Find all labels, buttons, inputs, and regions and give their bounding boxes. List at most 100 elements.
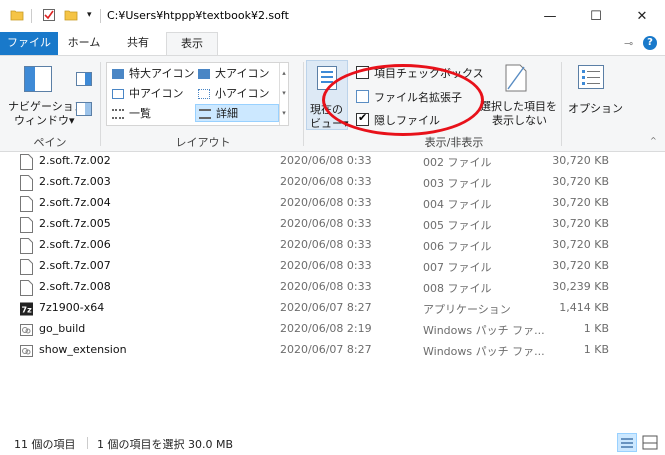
layout-medium-icons[interactable]: 中アイコン — [109, 85, 195, 103]
layout-details[interactable]: 詳細 — [195, 104, 279, 122]
file-name: 2.soft.7z.007 — [39, 259, 111, 272]
details-view-toggle[interactable] — [617, 433, 637, 452]
list-item[interactable]: 2.soft.7z.004 2020/06/08 0:33 004 ファイル 3… — [14, 194, 614, 215]
hide-selected-icon — [505, 64, 527, 92]
file-name: go_build — [39, 322, 86, 335]
file-size: 30,720 KB — [552, 259, 609, 272]
status-bar: 11 個の項目 1 個の項目を選択 30.0 MB — [0, 430, 665, 455]
layout-item-label: 大アイコン — [215, 67, 270, 80]
file-icon — [20, 154, 33, 170]
file-date: 2020/06/07 8:27 — [280, 301, 372, 314]
ribbon-tabs: ファイル ホーム 共有 表示 ⊸ ? — [0, 32, 665, 55]
ribbon-separator — [303, 62, 304, 146]
list-icon — [112, 109, 124, 119]
qat-separator — [31, 9, 32, 23]
layout-item-label: 詳細 — [216, 107, 238, 120]
list-item[interactable]: go_build 2020/06/08 2:19 Windows パッチ ファ.… — [14, 320, 614, 341]
layout-large-icons[interactable]: 大アイコン — [195, 65, 281, 83]
large-icons-view-toggle[interactable] — [641, 434, 659, 451]
preview-pane-icon[interactable] — [76, 72, 92, 89]
file-name: 2.soft.7z.002 — [39, 154, 111, 167]
file-type: Windows パッチ ファ... — [423, 345, 545, 358]
help-icon[interactable]: ? — [643, 36, 657, 50]
file-icon — [20, 238, 33, 254]
properties-icon[interactable] — [42, 8, 56, 25]
tab-home[interactable]: ホーム — [58, 32, 110, 55]
title-bar: ▾ C:¥Users¥htppp¥textbook¥2.soft — ☐ ✕ — [0, 0, 665, 32]
close-button[interactable]: ✕ — [619, 0, 665, 32]
file-type: 004 ファイル — [423, 198, 492, 211]
file-size: 30,720 KB — [552, 217, 609, 230]
ribbon-collapse-icon[interactable]: ^ — [650, 136, 657, 145]
options-label: オプション — [568, 102, 623, 115]
layout-item-label: 特大アイコン — [129, 67, 195, 80]
list-item[interactable]: 2.soft.7z.007 2020/06/08 0:33 007 ファイル 3… — [14, 257, 614, 278]
options-button[interactable]: オプション — [564, 60, 623, 130]
layout-scroll[interactable]: ▴ ▾ ▾ — [279, 63, 288, 125]
file-date: 2020/06/08 0:33 — [280, 217, 372, 230]
file-type: 002 ファイル — [423, 156, 492, 169]
selection-info: 1 個の項目を選択 30.0 MB — [97, 438, 234, 451]
list-item[interactable]: show_extension 2020/06/07 8:27 Windows パ… — [14, 341, 614, 362]
tab-file[interactable]: ファイル — [0, 32, 58, 55]
file-name: show_extension — [39, 343, 127, 356]
file-size: 1 KB — [583, 322, 609, 335]
large-icons-icon — [198, 69, 210, 79]
patch-icon — [20, 345, 33, 357]
file-name: 7z1900-x64 — [39, 301, 105, 314]
file-size: 1,414 KB — [559, 301, 609, 314]
file-type: 006 ファイル — [423, 240, 492, 253]
tab-view[interactable]: 表示 — [166, 32, 218, 55]
list-item[interactable]: 2.soft.7z.002 2020/06/08 0:33 002 ファイル 3… — [14, 152, 614, 173]
navigation-pane-label-2: ウィンドウ▾ — [14, 114, 75, 127]
file-name: 2.soft.7z.005 — [39, 217, 111, 230]
details-pane-icon[interactable] — [76, 102, 92, 119]
file-icon — [20, 259, 33, 275]
file-date: 2020/06/08 0:33 — [280, 259, 372, 272]
minimize-button[interactable]: — — [527, 0, 573, 32]
pane-group-label: ペイン — [33, 136, 67, 149]
folder-icon[interactable] — [10, 8, 24, 25]
file-type: 007 ファイル — [423, 261, 492, 274]
tab-share[interactable]: 共有 — [112, 32, 164, 55]
qat-dropdown-icon[interactable]: ▾ — [87, 10, 92, 20]
file-type: アプリケーション — [423, 303, 511, 316]
options-icon — [578, 65, 604, 89]
file-type: 003 ファイル — [423, 177, 492, 190]
list-item[interactable]: 2.soft.7z.006 2020/06/08 0:33 006 ファイル 3… — [14, 236, 614, 257]
annotation-circle — [322, 64, 484, 136]
layout-item-label: 中アイコン — [129, 87, 184, 100]
hide-selected-label-2: 表示しない — [492, 114, 547, 127]
file-type: 008 ファイル — [423, 282, 492, 295]
small-icons-icon — [198, 89, 210, 99]
list-item[interactable]: 2.soft.7z.003 2020/06/08 0:33 003 ファイル 3… — [14, 173, 614, 194]
hide-selected-button[interactable]: 選択した項目を 表示しない — [478, 60, 558, 130]
navigation-pane-button[interactable]: ナビゲーション ウィンドウ▾ — [6, 60, 85, 130]
list-item[interactable]: 2.soft.7z.008 2020/06/08 0:33 008 ファイル 3… — [14, 278, 614, 299]
list-item[interactable]: 2.soft.7z.005 2020/06/08 0:33 005 ファイル 3… — [14, 215, 614, 236]
file-date: 2020/06/08 2:19 — [280, 322, 372, 335]
file-name: 2.soft.7z.004 — [39, 196, 111, 209]
file-size: 30,720 KB — [552, 238, 609, 251]
show-hide-group-label: 表示/非表示 — [424, 136, 484, 149]
file-icon — [20, 175, 33, 191]
maximize-button[interactable]: ☐ — [573, 0, 619, 32]
layout-gallery: 特大アイコン 大アイコン 中アイコン 小アイコン 一覧 詳細 ▴ ▾ ▾ — [106, 62, 289, 126]
layout-list[interactable]: 一覧 — [109, 105, 195, 123]
file-date: 2020/06/07 8:27 — [280, 343, 372, 356]
layout-extra-large-icons[interactable]: 特大アイコン — [109, 65, 195, 83]
list-item[interactable]: 7z 7z1900-x64 2020/06/07 8:27 アプリケーション 1… — [14, 299, 614, 320]
qat-separator — [100, 9, 101, 23]
layout-item-label: 小アイコン — [215, 87, 270, 100]
layout-group-label: レイアウト — [175, 136, 231, 149]
file-date: 2020/06/08 0:33 — [280, 196, 372, 209]
layout-item-label: 一覧 — [129, 107, 151, 120]
7zip-icon: 7z — [20, 302, 33, 316]
layout-small-icons[interactable]: 小アイコン — [195, 85, 281, 103]
file-size: 30,720 KB — [552, 154, 609, 167]
file-icon — [20, 196, 33, 212]
pin-icon[interactable]: ⊸ — [624, 37, 633, 50]
new-folder-icon[interactable] — [64, 8, 78, 25]
file-name: 2.soft.7z.006 — [39, 238, 111, 251]
file-icon — [20, 217, 33, 233]
